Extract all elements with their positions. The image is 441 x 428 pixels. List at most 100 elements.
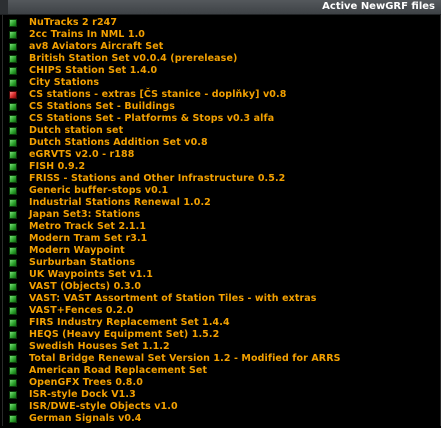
newgrf-list-item[interactable]: CS stations - extras [ČS stanice - doplň… [3,89,440,101]
newgrf-list-item[interactable]: CS Stations Set - Platforms & Stops v0.3… [3,113,440,125]
active-status-icon [9,223,17,231]
newgrf-list-item[interactable]: OpenGFX Trees 0.8.0 [3,377,440,389]
newgrf-item-label: German Signals v0.4 [29,413,142,424]
newgrf-list-item[interactable]: Dutch Stations Addition Set v0.8 [3,137,440,149]
window-titlebar[interactable]: Active NewGRF files [0,0,441,15]
error-status-icon [9,91,17,99]
active-status-icon [9,415,17,423]
active-status-icon [9,379,17,387]
active-status-icon [9,43,17,51]
newgrf-item-label: Japan Set3: Stations [29,209,141,220]
newgrf-item-label: HEQS (Heavy Equipment Set) 1.5.2 [29,329,220,340]
newgrf-list-item[interactable]: German Signals v0.4 [3,413,440,425]
active-status-icon [9,211,17,219]
active-status-icon [9,31,17,39]
newgrf-item-label: Surburban Stations [29,257,136,268]
newgrf-item-label: Industrial Stations Renewal 1.0.2 [29,197,211,208]
active-status-icon [9,403,17,411]
newgrf-item-label: Generic buffer-stops v0.1 [29,185,169,196]
active-newgrf-window: Active NewGRF files NuTracks 2 r247 2cc T… [0,0,441,428]
newgrf-list-item[interactable]: VAST (Objects) 0.3.0 [3,281,440,293]
window-title: Active NewGRF files [322,1,435,12]
newgrf-list-item[interactable]: Japan Set3: Stations [3,209,440,221]
newgrf-list-item[interactable]: Swedish Houses Set 1.1.2 [3,341,440,353]
newgrf-item-label: Dutch station set [29,125,124,136]
newgrf-list-item[interactable]: Modern Waypoint [3,245,440,257]
newgrf-item-label: CS Stations Set - Buildings [29,101,176,112]
active-status-icon [9,391,17,399]
newgrf-list-item[interactable]: Dutch station set [3,125,440,137]
newgrf-item-label: Metro Track Set 2.1.1 [29,221,147,232]
active-status-icon [9,295,17,303]
active-status-icon [9,187,17,195]
newgrf-item-label: FRISS - Stations and Other Infrastructur… [29,173,286,184]
active-status-icon [9,175,17,183]
newgrf-list-item[interactable]: Metro Track Set 2.1.1 [3,221,440,233]
newgrf-list-item[interactable]: HEQS (Heavy Equipment Set) 1.5.2 [3,329,440,341]
newgrf-list-item[interactable]: ISR/DWE-style Objects v1.0 [3,401,440,413]
active-status-icon [9,307,17,315]
active-status-icon [9,271,17,279]
newgrf-list-item[interactable]: FISH 0.9.2 [3,161,440,173]
newgrf-item-label: British Station Set v0.0.4 (prerelease) [29,53,238,64]
newgrf-list-item[interactable]: FIRS Industry Replacement Set 1.4.4 [3,317,440,329]
active-status-icon [9,19,17,27]
active-status-icon [9,355,17,363]
active-status-icon [9,319,17,327]
newgrf-list-item[interactable]: NuTracks 2 r247 [3,17,440,29]
newgrf-list-item[interactable]: av8 Aviators Aircraft Set [3,41,440,53]
newgrf-item-label: ISR/DWE-style Objects v1.0 [29,401,178,412]
newgrf-item-label: Total Bridge Renewal Set Version 1.2 - M… [29,353,341,364]
newgrf-item-label: VAST (Objects) 0.3.0 [29,281,142,292]
active-status-icon [9,343,17,351]
newgrf-list-item[interactable]: American Road Replacement Set [3,365,440,377]
active-status-icon [9,235,17,243]
titlebar-edge [0,0,8,14]
newgrf-item-label: OpenGFX Trees 0.8.0 [29,377,143,388]
active-status-icon [9,163,17,171]
newgrf-list-item[interactable]: UK Waypoints Set v1.1 [3,269,440,281]
newgrf-list-item[interactable]: eGRVTS v2.0 - r188 [3,149,440,161]
newgrf-item-label: CS Stations Set - Platforms & Stops v0.3… [29,113,275,124]
active-status-icon [9,199,17,207]
newgrf-item-label: Modern Tram Set r3.1 [29,233,148,244]
active-status-icon [9,67,17,75]
newgrf-item-label: VAST+Fences 0.2.0 [29,305,134,316]
newgrf-item-label: City Stations [29,77,100,88]
active-status-icon [9,55,17,63]
newgrf-list-item[interactable]: VAST+Fences 0.2.0 [3,305,440,317]
newgrf-item-label: NuTracks 2 r247 [29,17,118,28]
active-status-icon [9,103,17,111]
active-status-icon [9,367,17,375]
newgrf-item-label: Dutch Stations Addition Set v0.8 [29,137,208,148]
active-status-icon [9,79,17,87]
newgrf-list-item[interactable]: CHIPS Station Set 1.4.0 [3,65,440,77]
newgrf-list[interactable]: NuTracks 2 r247 2cc Trains In NML 1.0 av8 … [2,15,441,426]
newgrf-item-label: 2cc Trains In NML 1.0 [29,29,145,40]
newgrf-list-item[interactable]: Industrial Stations Renewal 1.0.2 [3,197,440,209]
newgrf-list-item[interactable]: 2cc Trains In NML 1.0 [3,29,440,41]
newgrf-list-item[interactable]: City Stations [3,77,440,89]
newgrf-item-label: FIRS Industry Replacement Set 1.4.4 [29,317,230,328]
newgrf-item-label: CS stations - extras [ČS stanice - doplň… [29,89,287,100]
active-status-icon [9,283,17,291]
active-status-icon [9,259,17,267]
newgrf-list-item[interactable]: ISR-style Dock V1.3 [3,389,440,401]
newgrf-item-label: American Road Replacement Set [29,365,208,376]
newgrf-list-item[interactable]: Modern Tram Set r3.1 [3,233,440,245]
newgrf-list-item[interactable]: British Station Set v0.0.4 (prerelease) [3,53,440,65]
newgrf-list-item[interactable]: Total Bridge Renewal Set Version 1.2 - M… [3,353,440,365]
active-status-icon [9,139,17,147]
newgrf-item-label: CHIPS Station Set 1.4.0 [29,65,158,76]
newgrf-list-item[interactable]: CS Stations Set - Buildings [3,101,440,113]
active-status-icon [9,331,17,339]
newgrf-list-item[interactable]: Generic buffer-stops v0.1 [3,185,440,197]
active-status-icon [9,115,17,123]
newgrf-list-item[interactable]: VAST: VAST Assortment of Station Tiles -… [3,293,440,305]
newgrf-list-item[interactable]: FRISS - Stations and Other Infrastructur… [3,173,440,185]
newgrf-list-item[interactable]: Surburban Stations [3,257,440,269]
newgrf-item-label: av8 Aviators Aircraft Set [29,41,164,52]
newgrf-item-label: ISR-style Dock V1.3 [29,389,136,400]
newgrf-item-label: FISH 0.9.2 [29,161,86,172]
newgrf-item-label: eGRVTS v2.0 - r188 [29,149,135,160]
